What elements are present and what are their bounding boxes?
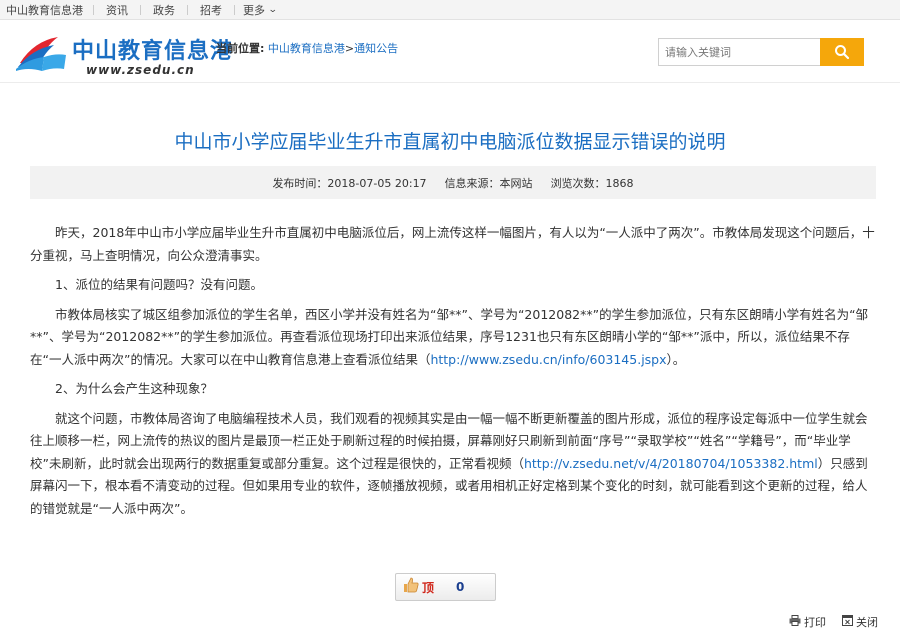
article-body: 昨天，2018年中山市小学应届毕业生升市直属初中电脑派位后，网上流传这样一幅图片… — [30, 222, 876, 520]
nav-more-label: 更多 — [243, 3, 265, 17]
printer-icon — [789, 615, 801, 629]
breadcrumb: 当前位置: 中山教育信息港>通知公告 — [216, 40, 398, 56]
close-label: 关闭 — [856, 616, 878, 629]
video-link[interactable]: http://v.zsedu.net/v/4/20180704/1053382.… — [524, 456, 818, 471]
logo-text-cn: 中山教育信息港 — [72, 39, 234, 64]
site-logo[interactable]: 中山教育信息港 www.zsedu.cn — [14, 31, 232, 79]
paragraph: 昨天，2018年中山市小学应届毕业生升市直属初中电脑派位后，网上流传这样一幅图片… — [30, 225, 875, 263]
logo-text-url: www.zsedu.cn — [86, 63, 195, 77]
info-source: 信息来源：本网站 — [444, 176, 533, 190]
site-header: 中山教育信息港 www.zsedu.cn 当前位置: 中山教育信息港>通知公告 — [0, 21, 900, 83]
paragraph: 市教体局核实了城区组参加派位的学生名单，西区小学并没有姓名为“邹**”、学号为“… — [30, 304, 876, 372]
view-count: 浏览次数：1868 — [550, 176, 634, 190]
close-button[interactable]: 关闭 — [842, 614, 878, 630]
chevron-down-icon: ⌄ — [267, 4, 278, 15]
result-link[interactable]: http://www.zsedu.cn/info/603145.jspx — [430, 352, 666, 367]
section-heading: 1、派位的结果有问题吗？没有问题。 — [55, 277, 263, 292]
search-icon — [835, 45, 850, 60]
close-window-icon — [842, 615, 853, 629]
nav-item-government[interactable]: 政务 — [141, 2, 187, 18]
article-meta: 发布时间：2018-07-05 20:17 信息来源：本网站 浏览次数：1868 — [30, 166, 876, 199]
publish-time: 发布时间：2018-07-05 20:17 — [272, 176, 427, 190]
top-site-name[interactable]: 中山教育信息港 — [0, 2, 93, 18]
article-title: 中山市小学应届毕业生升市直属初中电脑派位数据显示错误的说明 — [174, 131, 726, 153]
breadcrumb-home-link[interactable]: 中山教育信息港 — [268, 42, 345, 55]
like-label: 顶 — [422, 580, 435, 595]
article-tools: 打印 关闭 — [789, 614, 878, 630]
search-input[interactable] — [658, 38, 846, 66]
paragraph: 就这个问题，市教体局咨询了电脑编程技术人员，我们观看的视频其实是由一幅一幅不断更… — [30, 408, 876, 521]
nav-more-dropdown[interactable]: 更多 ⌄ — [235, 2, 285, 18]
paragraph-text: ）。 — [666, 351, 686, 367]
like-count: 0 — [456, 580, 465, 594]
nav-item-admissions[interactable]: 招考 — [188, 2, 234, 18]
search-button[interactable] — [820, 38, 864, 66]
print-button[interactable]: 打印 — [789, 614, 826, 630]
top-bar: 中山教育信息港 资讯 政务 招考 更多 ⌄ — [0, 0, 900, 20]
breadcrumb-current-link[interactable]: 通知公告 — [354, 42, 398, 55]
thumbs-up-icon — [402, 576, 420, 598]
breadcrumb-label: 当前位置: — [216, 42, 265, 55]
search-box — [658, 38, 864, 66]
like-button[interactable]: 顶 0 — [395, 573, 496, 601]
book-logo-icon — [16, 37, 66, 71]
section-heading: 2、为什么会产生这种现象？ — [55, 381, 213, 396]
print-label: 打印 — [804, 616, 826, 629]
breadcrumb-separator: > — [344, 42, 355, 55]
nav-item-news[interactable]: 资讯 — [94, 2, 140, 18]
